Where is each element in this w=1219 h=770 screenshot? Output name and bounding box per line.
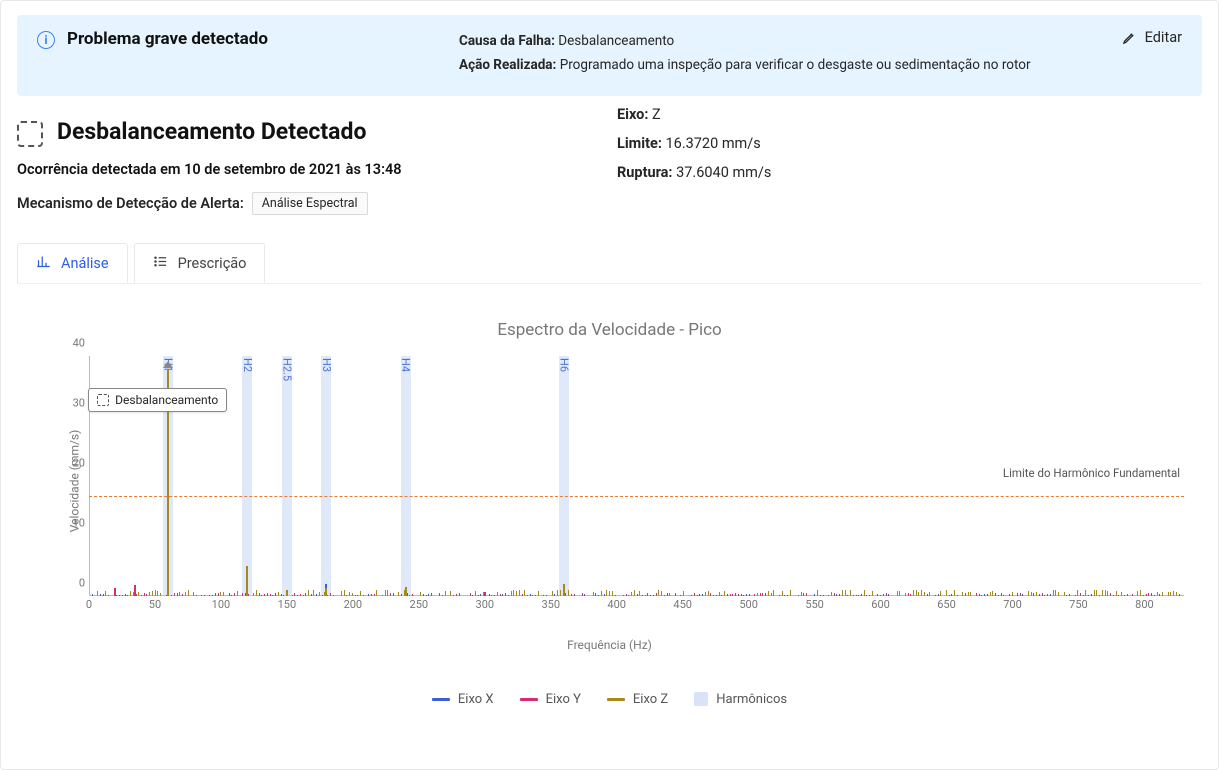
legend-x: Eixo X — [458, 692, 494, 707]
mechanism-label: Mecanismo de Detecção de Alerta: — [17, 195, 244, 212]
spectrum-chart: Espectro da Velocidade - Pico Velocidade… — [17, 320, 1202, 707]
axis-label: Eixo: — [617, 106, 648, 123]
legend-harmonics: Harmônicos — [716, 692, 787, 707]
tab-prescription[interactable]: Prescrição — [134, 243, 266, 283]
spectrum-peak — [484, 592, 486, 596]
tab-analysis[interactable]: Análise — [17, 243, 128, 283]
limit-line — [89, 496, 1184, 497]
tab-analysis-label: Análise — [61, 255, 109, 272]
cause-label: Causa da Falha: — [459, 33, 555, 49]
harmonic-band — [559, 356, 569, 596]
harmonic-band — [321, 356, 331, 596]
alert-banner: i Problema grave detectado Causa da Falh… — [17, 15, 1202, 96]
harmonic-label: H2 — [241, 358, 254, 372]
tooltip-text: Desbalanceamento — [115, 393, 218, 407]
spectrum-peak — [286, 590, 288, 596]
bar-chart-icon — [36, 254, 51, 273]
rupture-value: 37.6040 mm/s — [676, 164, 771, 181]
mechanism-tag: Análise Espectral — [252, 192, 368, 215]
harmonic-label: H2.5 — [280, 358, 293, 381]
harmonic-label: H3 — [320, 358, 333, 372]
tab-prescription-label: Prescrição — [178, 255, 247, 272]
spectrum-peak — [563, 584, 565, 596]
alert-details: Causa da Falha: Desbalanceamento Ação Re… — [459, 29, 1182, 78]
list-icon — [153, 254, 168, 273]
spectrum-peak — [405, 587, 407, 596]
peak-tooltip: Desbalanceamento — [88, 388, 227, 412]
harmonic-band — [282, 356, 292, 596]
diagnostic-panel: i Problema grave detectado Causa da Falh… — [0, 0, 1219, 770]
axis-value: Z — [652, 106, 661, 123]
metrics-block: Eixo: Z Limite: 16.3720 mm/s Ruptura: 37… — [617, 96, 771, 187]
limit-line-label: Limite do Harmônico Fundamental — [1003, 467, 1180, 481]
cause-value: Desbalanceamento — [558, 33, 674, 49]
spectrum-peak — [246, 566, 248, 596]
limit-label: Limite: — [617, 135, 662, 152]
unbalance-icon — [97, 394, 109, 406]
occurrence-text: Ocorrência detectada em 10 de setembro d… — [17, 161, 577, 178]
x-axis-label: Frequência (Hz) — [17, 638, 1202, 652]
action-label: Ação Realizada: — [459, 57, 556, 73]
info-icon: i — [37, 31, 55, 49]
chart-title: Espectro da Velocidade - Pico — [17, 320, 1202, 340]
page-title: Desbalanceamento Detectado — [57, 118, 366, 145]
rupture-label: Ruptura: — [617, 164, 673, 181]
legend-y: Eixo Y — [546, 692, 581, 707]
edit-icon — [1122, 30, 1137, 45]
legend-z: Eixo Z — [633, 692, 668, 707]
harmonic-band — [401, 356, 411, 596]
tab-bar: Análise Prescrição — [17, 243, 1202, 283]
chart-legend: Eixo X Eixo Y Eixo Z Harmônicos — [17, 692, 1202, 707]
spectrum-peak — [325, 588, 327, 595]
edit-button[interactable]: Editar — [1122, 29, 1182, 46]
unbalance-icon — [17, 121, 43, 147]
edit-label: Editar — [1145, 29, 1182, 46]
alert-title: Problema grave detectado — [67, 29, 447, 49]
action-value: Programado uma inspeção para verificar o… — [560, 57, 1031, 73]
harmonic-band — [242, 356, 252, 596]
spectrum-peak — [114, 588, 116, 595]
harmonic-label: H6 — [557, 358, 570, 372]
limit-value: 16.3720 mm/s — [666, 135, 761, 152]
harmonic-label: H4 — [399, 358, 412, 372]
spectrum-peak — [134, 585, 136, 596]
